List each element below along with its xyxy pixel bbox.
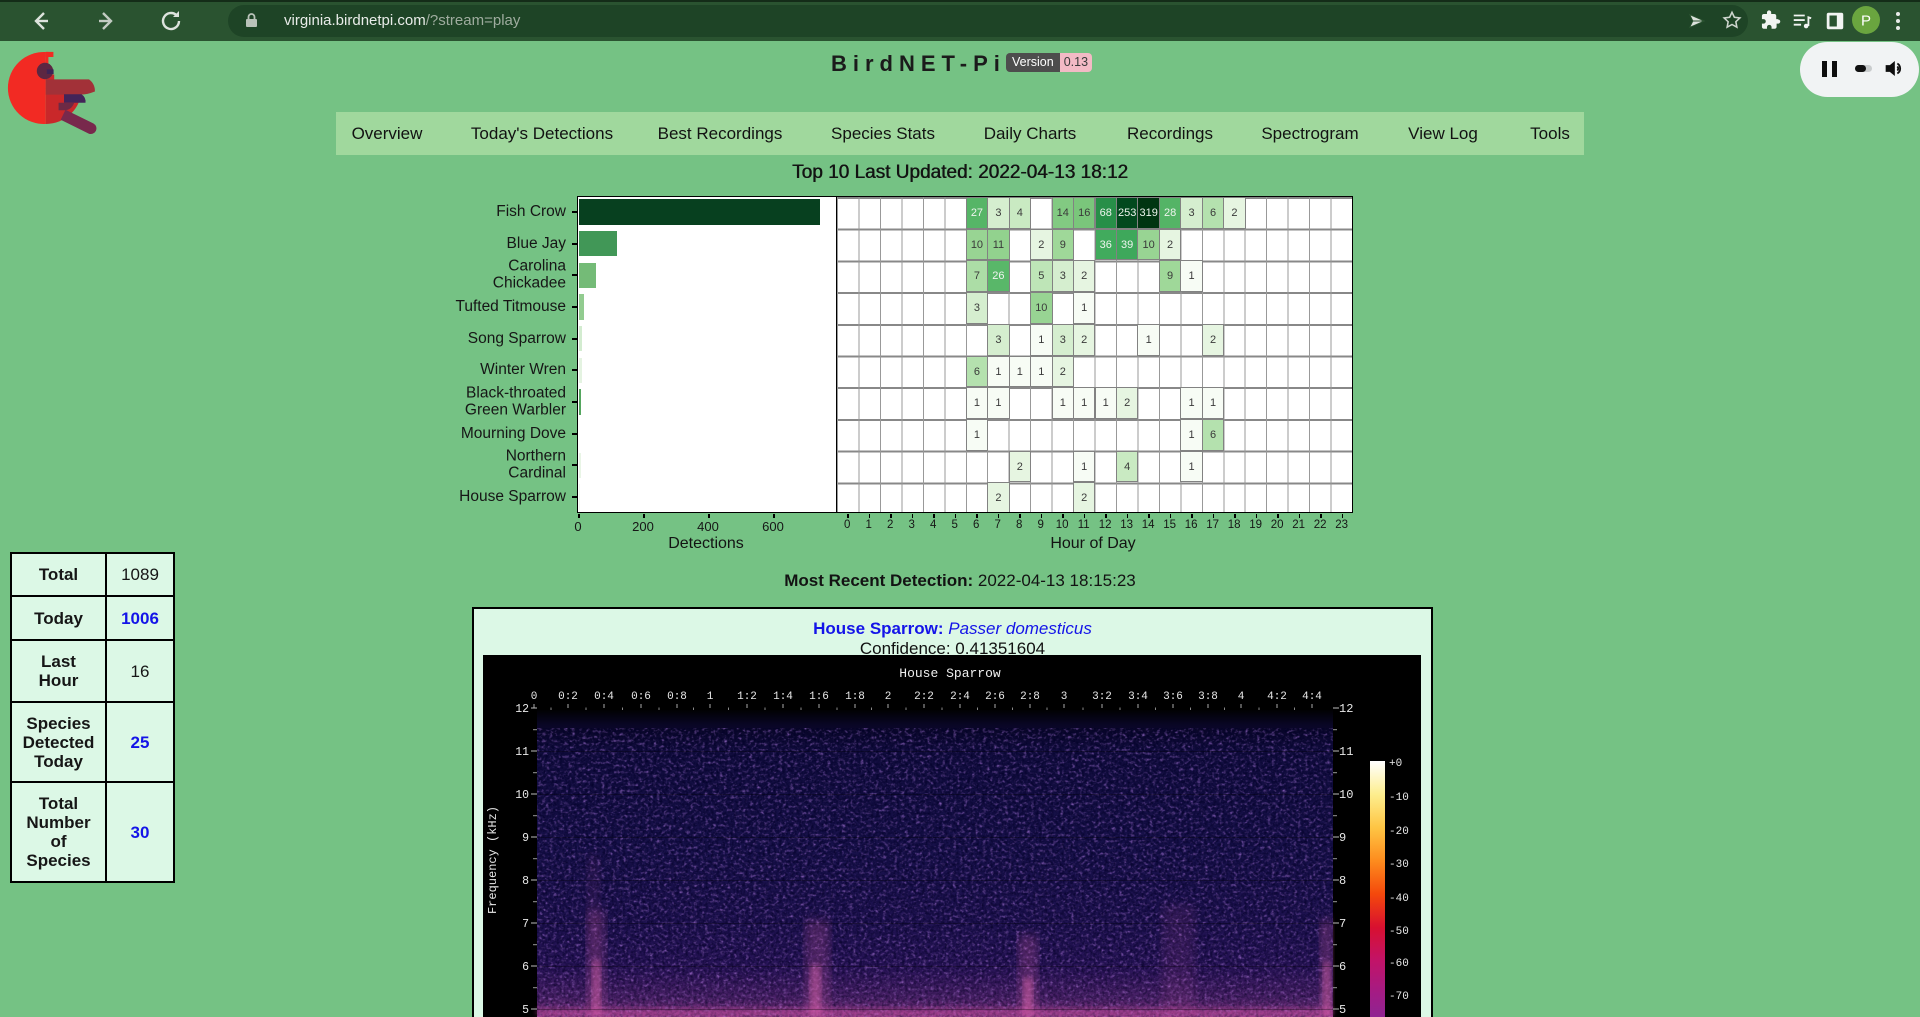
svg-text:9: 9 <box>522 832 529 845</box>
svg-text:2:8: 2:8 <box>1020 691 1040 703</box>
svg-text:-10: -10 <box>1389 792 1409 804</box>
svg-text:-50: -50 <box>1389 926 1409 938</box>
svg-text:4:4: 4:4 <box>1302 691 1322 703</box>
svg-text:-30: -30 <box>1389 859 1409 871</box>
svg-text:12: 12 <box>1339 702 1353 716</box>
svg-text:0:8: 0:8 <box>667 691 687 703</box>
svg-text:1: 1 <box>707 691 714 703</box>
svg-text:0: 0 <box>531 691 538 703</box>
svg-text:11: 11 <box>1339 745 1353 759</box>
svg-text:House Sparrow: House Sparrow <box>899 666 1001 681</box>
svg-text:2:2: 2:2 <box>914 691 934 703</box>
svg-text:2:6: 2:6 <box>985 691 1005 703</box>
svg-text:1:8: 1:8 <box>845 691 865 703</box>
svg-text:4:2: 4:2 <box>1267 691 1287 703</box>
svg-text:2:4: 2:4 <box>950 691 970 703</box>
svg-text:1:6: 1:6 <box>809 691 829 703</box>
svg-text:-40: -40 <box>1389 893 1409 905</box>
svg-text:7: 7 <box>1339 917 1346 931</box>
svg-text:3:2: 3:2 <box>1092 691 1112 703</box>
svg-text:-60: -60 <box>1389 958 1409 970</box>
svg-text:2: 2 <box>885 691 892 703</box>
svg-text:3:8: 3:8 <box>1198 691 1218 703</box>
svg-text:9: 9 <box>1339 831 1346 845</box>
svg-text:6: 6 <box>522 961 529 974</box>
svg-text:3:6: 3:6 <box>1163 691 1183 703</box>
svg-text:12: 12 <box>515 703 529 716</box>
svg-text:Frequency (kHz): Frequency (kHz) <box>486 806 500 914</box>
svg-text:3:4: 3:4 <box>1128 691 1148 703</box>
svg-text:P: P <box>1861 13 1871 30</box>
svg-text:10: 10 <box>1339 788 1353 802</box>
svg-text:8: 8 <box>1339 874 1346 888</box>
svg-text:-20: -20 <box>1389 826 1409 838</box>
svg-text:5: 5 <box>1339 1003 1346 1017</box>
svg-text:10: 10 <box>515 789 529 802</box>
svg-text:0:4: 0:4 <box>594 691 614 703</box>
svg-text:7: 7 <box>522 918 529 931</box>
svg-text:0:6: 0:6 <box>631 691 651 703</box>
svg-text:6: 6 <box>1339 960 1346 974</box>
svg-text:+0: +0 <box>1389 758 1402 770</box>
svg-text:5: 5 <box>522 1004 529 1017</box>
svg-text:1:2: 1:2 <box>737 691 757 703</box>
svg-text:11: 11 <box>515 746 529 759</box>
svg-text:-70: -70 <box>1389 991 1409 1003</box>
svg-text:4: 4 <box>1238 691 1245 703</box>
svg-text:0:2: 0:2 <box>558 691 578 703</box>
svg-text:1:4: 1:4 <box>773 691 793 703</box>
svg-text:3: 3 <box>1061 691 1068 703</box>
svg-text:8: 8 <box>522 875 529 888</box>
